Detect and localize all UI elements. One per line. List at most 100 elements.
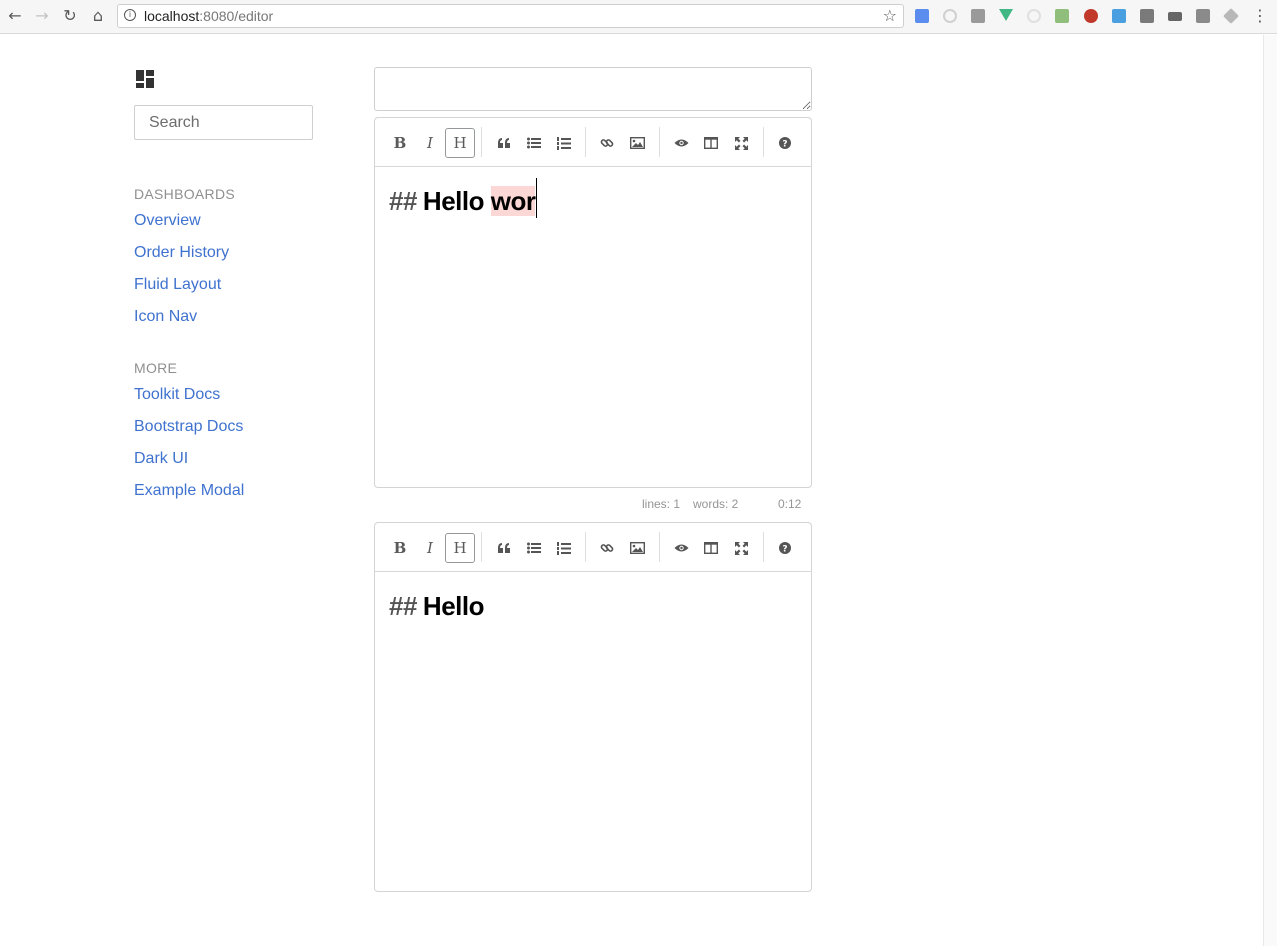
markdown-editor-2: B I H ? ## Hello	[374, 522, 812, 892]
editor-toolbar: B I H ?	[375, 523, 811, 572]
help-button[interactable]: ?	[770, 533, 800, 563]
nav-link-order-history[interactable]: Order History	[134, 244, 229, 262]
star-icon[interactable]: ☆	[883, 6, 897, 25]
preview-button[interactable]	[666, 533, 696, 563]
bold-icon: B	[393, 539, 407, 557]
search-input[interactable]	[134, 105, 313, 140]
kebab-menu-icon[interactable]: ⋮	[1252, 6, 1268, 26]
nav-link-overview[interactable]: Overview	[134, 212, 201, 230]
heading-button[interactable]: H	[445, 128, 475, 158]
italic-button[interactable]: I	[415, 533, 445, 563]
extension-icon[interactable]	[1223, 8, 1239, 24]
url-text: localhost:8080/editor	[144, 8, 273, 24]
help-button[interactable]: ?	[770, 128, 800, 158]
status-time: 0:12	[778, 497, 802, 511]
info-icon[interactable]: i	[124, 9, 136, 21]
fullscreen-button[interactable]	[726, 128, 756, 158]
editor-1-content[interactable]: ## Hello wor	[389, 178, 538, 219]
fullscreen-icon	[734, 541, 748, 555]
url-host: localhost	[144, 8, 200, 24]
angular-extension-icon[interactable]	[1084, 9, 1098, 23]
unordered-list-button[interactable]	[519, 533, 549, 563]
highlighted-text: wor	[490, 186, 536, 216]
svg-text:?: ?	[782, 544, 787, 554]
italic-icon: I	[427, 134, 433, 152]
status-words: words: 2	[693, 497, 739, 511]
nav-link-fluid-layout[interactable]: Fluid Layout	[134, 276, 221, 294]
quote-button[interactable]	[489, 128, 519, 158]
unordered-list-icon	[527, 542, 541, 554]
link-button[interactable]	[592, 128, 622, 158]
heading-markup: ##	[389, 591, 417, 621]
side-by-side-button[interactable]	[696, 128, 726, 158]
unordered-list-icon	[527, 137, 541, 149]
quote-icon	[498, 138, 510, 148]
editor-toolbar: B I H ?	[375, 118, 811, 167]
side-by-side-button[interactable]	[696, 533, 726, 563]
preview-icon	[674, 139, 688, 147]
side-by-side-icon	[704, 542, 718, 554]
extension-icon[interactable]	[1055, 9, 1069, 23]
heading-icon: H	[453, 539, 467, 557]
ordered-list-icon	[557, 541, 571, 555]
preview-button[interactable]	[666, 128, 696, 158]
image-icon	[629, 542, 645, 554]
bold-button[interactable]: B	[385, 533, 415, 563]
nav-header-more: MORE	[134, 360, 178, 376]
extension-icon[interactable]	[1196, 9, 1210, 23]
nav-link-toolkit-docs[interactable]: Toolkit Docs	[134, 386, 220, 404]
heading-button[interactable]: H	[445, 533, 475, 563]
link-button[interactable]	[592, 533, 622, 563]
extension-icon[interactable]	[1140, 9, 1154, 23]
image-icon	[629, 137, 645, 149]
ordered-list-button[interactable]	[549, 128, 579, 158]
status-lines: lines: 1	[642, 497, 681, 511]
image-button[interactable]	[622, 533, 652, 563]
back-arrow-icon[interactable]: ←	[5, 6, 25, 26]
nav-link-icon-nav[interactable]: Icon Nav	[134, 308, 197, 326]
url-path: :8080/editor	[199, 8, 274, 24]
bold-button[interactable]: B	[385, 128, 415, 158]
help-icon: ?	[779, 137, 791, 149]
page-scrollbar[interactable]	[1263, 35, 1277, 946]
italic-button[interactable]: I	[415, 128, 445, 158]
home-icon[interactable]: ⌂	[88, 6, 108, 26]
ordered-list-button[interactable]	[549, 533, 579, 563]
text-cursor	[536, 178, 538, 219]
reload-icon[interactable]: ↻	[60, 6, 80, 26]
translate-extension-icon[interactable]	[915, 9, 929, 23]
svg-text:?: ?	[782, 139, 787, 149]
extension-icon[interactable]	[971, 9, 985, 23]
heading-text: Hello	[422, 591, 485, 621]
extension-icon[interactable]	[1168, 12, 1182, 21]
heading-text: Hello	[422, 186, 485, 216]
ordered-list-icon	[557, 136, 571, 150]
editor-2-content[interactable]: ## Hello	[389, 591, 485, 622]
address-bar[interactable]: i localhost:8080/editor ☆	[117, 4, 904, 28]
help-icon: ?	[779, 542, 791, 554]
dashboard-logo-icon[interactable]	[136, 70, 154, 88]
react-devtools-icon[interactable]	[1027, 9, 1041, 23]
extension-icon[interactable]	[943, 9, 957, 23]
italic-icon: I	[427, 539, 433, 557]
bold-icon: B	[393, 134, 407, 152]
image-button[interactable]	[622, 128, 652, 158]
link-icon	[600, 139, 614, 147]
fullscreen-icon	[734, 136, 748, 150]
quote-button[interactable]	[489, 533, 519, 563]
nav-link-example-modal[interactable]: Example Modal	[134, 482, 244, 500]
markdown-editor-1: B I H ? ## Hello wor	[374, 117, 812, 488]
preview-icon	[674, 544, 688, 552]
link-icon	[600, 544, 614, 552]
heading-markup: ##	[389, 186, 417, 216]
nav-link-dark-ui[interactable]: Dark UI	[134, 450, 188, 468]
forward-arrow-icon[interactable]: →	[32, 6, 52, 26]
plain-textarea[interactable]	[374, 67, 812, 111]
extension-icon[interactable]	[1112, 9, 1126, 23]
fullscreen-button[interactable]	[726, 533, 756, 563]
unordered-list-button[interactable]	[519, 128, 549, 158]
vue-devtools-icon[interactable]	[999, 9, 1013, 21]
browser-toolbar: ← → ↻ ⌂ i localhost:8080/editor ☆ ⋮	[0, 0, 1277, 34]
nav-header-dashboards: DASHBOARDS	[134, 186, 236, 202]
nav-link-bootstrap-docs[interactable]: Bootstrap Docs	[134, 418, 243, 436]
